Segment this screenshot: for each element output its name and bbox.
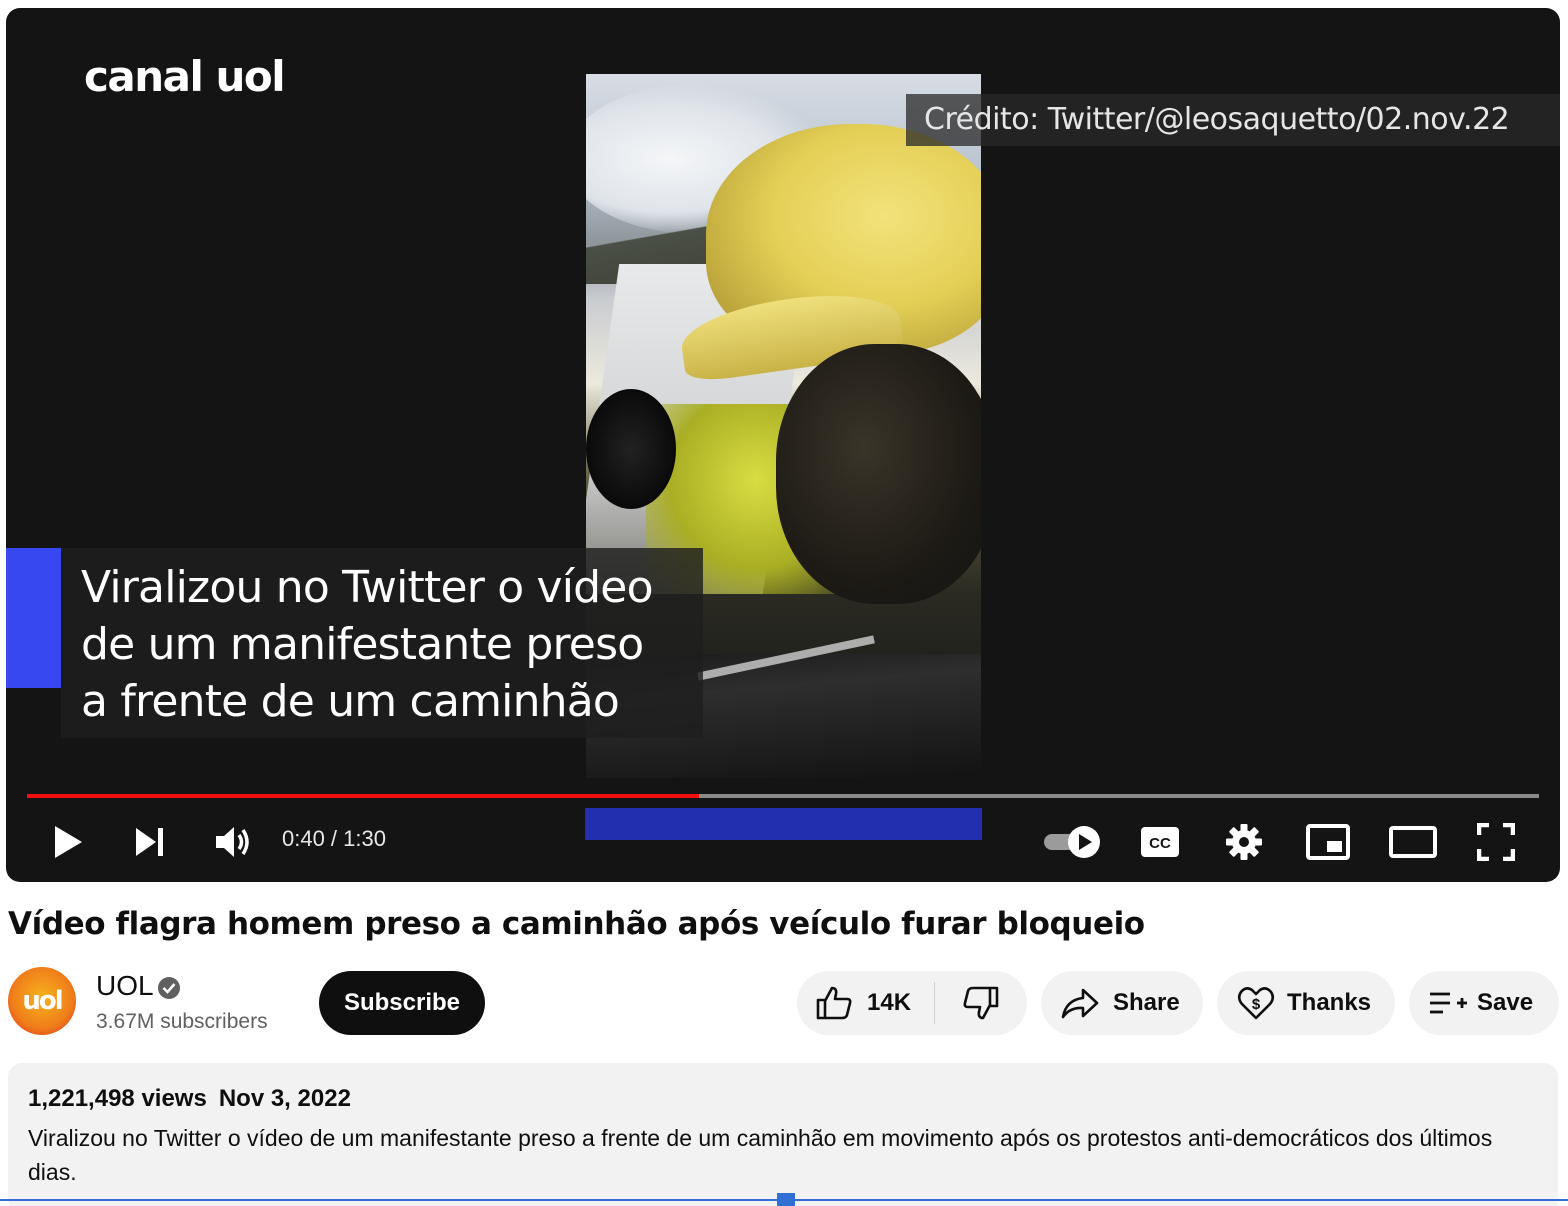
share-button[interactable]: Share: [1041, 971, 1203, 1035]
like-dislike-group: 14K: [797, 971, 1027, 1035]
miniplayer-icon: [1306, 824, 1350, 860]
gear-icon: [1226, 824, 1262, 860]
caption-line: a frente de um caminhão: [81, 676, 620, 727]
save-label: Save: [1477, 989, 1534, 1016]
dislike-button[interactable]: [935, 971, 1027, 1035]
miniplayer-button[interactable]: [1304, 820, 1352, 864]
view-count: 1,221,498 views: [28, 1085, 207, 1112]
subscribe-button[interactable]: Subscribe: [319, 971, 485, 1035]
svg-text:$: $: [1252, 996, 1261, 1013]
video-title: Vídeo flagra homem preso a caminhão após…: [8, 906, 1145, 942]
caption-line: de um manifestante preso: [81, 619, 644, 670]
progress-bar[interactable]: [27, 794, 1539, 798]
time-display: 0:40 / 1:30: [282, 826, 386, 851]
description-box[interactable]: 1,221,498 views Nov 3, 2022 Viralizou no …: [8, 1063, 1558, 1206]
thumbs-down-icon: [963, 986, 999, 1020]
thanks-label: Thanks: [1287, 989, 1372, 1016]
like-count: 14K: [867, 989, 912, 1016]
fullscreen-button[interactable]: [1474, 820, 1518, 864]
volume-icon: [216, 827, 249, 857]
add-to-playlist-icon: [1430, 992, 1467, 1014]
video-player[interactable]: canal uol Crédito: Twitter/@leosaquetto/…: [6, 8, 1560, 882]
description-text: Viralizou no Twitter o vídeo de um manif…: [28, 1125, 1493, 1185]
avatar-logo-text: uol: [22, 986, 63, 1016]
share-label: Share: [1113, 989, 1180, 1016]
caption-line: Viralizou no Twitter o vídeo: [81, 562, 653, 613]
svg-text:CC: CC: [1149, 835, 1171, 852]
chapter-highlight-band: [585, 808, 982, 840]
volume-button[interactable]: [210, 820, 256, 864]
next-icon: [136, 828, 163, 856]
channel-avatar[interactable]: uol: [8, 967, 76, 1035]
upload-date: Nov 3, 2022: [218, 1085, 351, 1112]
subscriber-count: 3.67M subscribers: [96, 1010, 268, 1033]
verified-badge-icon: [158, 977, 180, 999]
theater-mode-button[interactable]: [1388, 820, 1438, 864]
channel-name[interactable]: UOL: [96, 970, 154, 1002]
divider-drag-handle[interactable]: [777, 1193, 795, 1206]
thanks-button[interactable]: $ Thanks: [1217, 971, 1395, 1035]
share-icon: [1061, 988, 1099, 1019]
caption-accent-bar: [6, 548, 61, 688]
play-icon: [55, 826, 82, 858]
next-button[interactable]: [128, 820, 172, 864]
play-button[interactable]: [46, 820, 90, 864]
settings-button[interactable]: [1222, 820, 1266, 864]
heart-dollar-icon: $: [1237, 987, 1275, 1020]
video-credit-text: Crédito: Twitter/@leosaquetto/02.nov.22: [906, 94, 1560, 146]
save-button[interactable]: Save: [1409, 971, 1559, 1035]
autoplay-toggle-icon: [1044, 826, 1100, 858]
captions-button[interactable]: CC: [1138, 820, 1182, 864]
youtube-watch-page: canal uol Crédito: Twitter/@leosaquetto/…: [0, 0, 1568, 1206]
fullscreen-icon: [1477, 823, 1515, 861]
progress-played: [27, 794, 699, 798]
like-button[interactable]: 14K: [797, 971, 934, 1035]
captions-icon: CC: [1141, 827, 1179, 857]
autoplay-toggle[interactable]: [1040, 822, 1106, 862]
description-meta: 1,221,498 views Nov 3, 2022: [28, 1085, 363, 1113]
thumbs-up-icon: [816, 986, 852, 1020]
theater-mode-icon: [1389, 826, 1437, 858]
video-caption-overlay: Viralizou no Twitter o vídeo de um manif…: [61, 548, 703, 738]
channel-watermark-logo: canal uol: [84, 52, 286, 101]
